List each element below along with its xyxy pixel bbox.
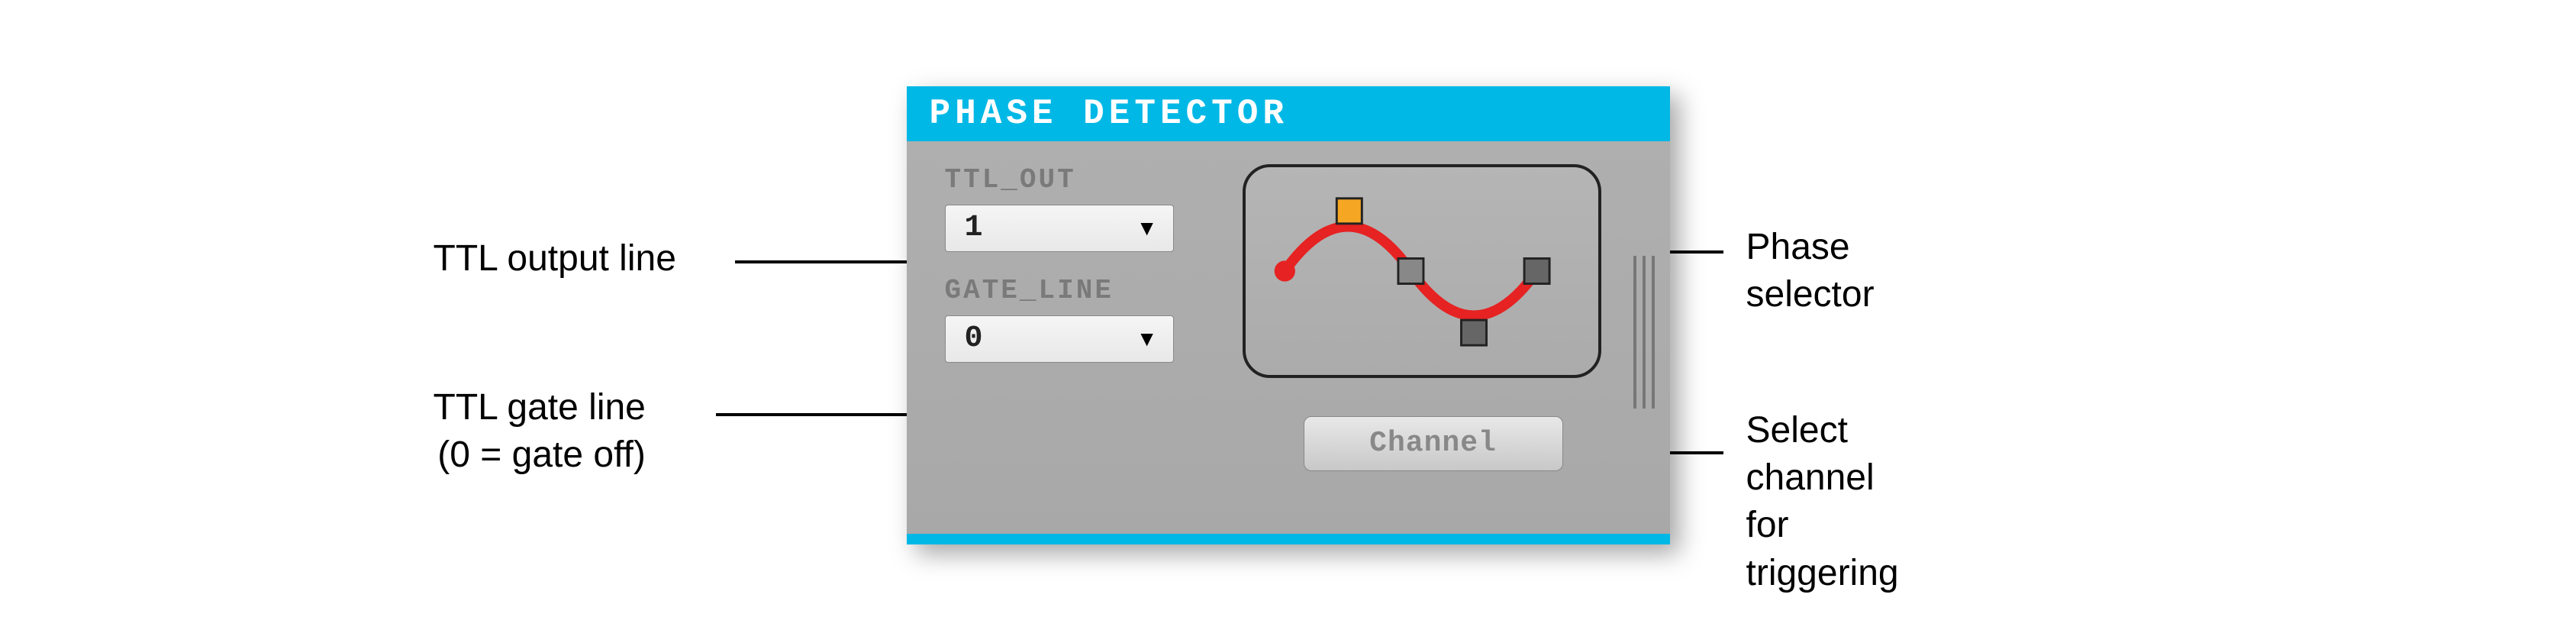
resize-grip-icon[interactable] xyxy=(1633,256,1655,409)
panel-title: PHASE DETECTOR xyxy=(930,94,1288,134)
channel-button-label: Channel xyxy=(1369,427,1497,460)
gate-line-dropdown[interactable]: 0 ▼ xyxy=(945,315,1174,363)
annotation-ttl-output: TTL output line xyxy=(434,235,676,283)
annotation-phase-selector: Phase selector xyxy=(1746,224,1875,319)
gate-line-value: 0 xyxy=(965,321,983,356)
channel-button[interactable]: Channel xyxy=(1304,416,1563,471)
chevron-down-icon: ▼ xyxy=(1136,327,1158,351)
chevron-down-icon: ▼ xyxy=(1136,216,1158,241)
annotation-ttl-gate: TTL gate line (0 = gate off) xyxy=(434,384,646,480)
ttl-out-dropdown[interactable]: 1 ▼ xyxy=(945,205,1174,252)
panel-body: TTL_OUT 1 ▼ GATE_LINE 0 ▼ xyxy=(907,141,1670,534)
annotation-line xyxy=(716,413,933,416)
title-bar: PHASE DETECTOR xyxy=(907,86,1670,141)
sine-wave-icon xyxy=(1246,167,1598,375)
phase-selector[interactable] xyxy=(1243,164,1601,378)
phase-detector-panel: PHASE DETECTOR TTL_OUT 1 ▼ GATE_LINE 0 xyxy=(907,86,1670,544)
annotation-line xyxy=(735,260,933,263)
bottom-accent-bar xyxy=(907,534,1670,544)
ttl-out-value: 1 xyxy=(965,211,983,245)
annotation-select-channel: Select channel for triggering xyxy=(1746,407,1899,598)
